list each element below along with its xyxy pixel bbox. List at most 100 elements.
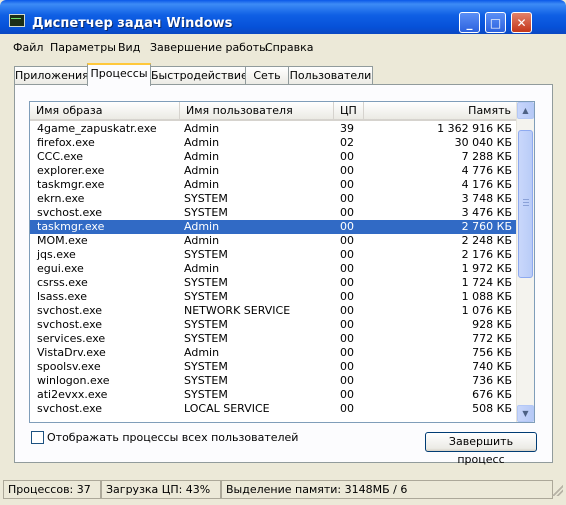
task-manager-window: Диспетчер задач Windows _ □ ✕ Файл Парам… bbox=[0, 0, 566, 505]
table-row[interactable]: explorer.exe Admin 00 4 776 КБ bbox=[30, 164, 518, 178]
process-name-cell: ati2evxx.exe bbox=[37, 388, 108, 401]
title-bar[interactable]: Диспетчер задач Windows _ □ ✕ bbox=[0, 0, 566, 34]
table-row[interactable]: winlogon.exe SYSTEM 00 736 КБ bbox=[30, 374, 518, 388]
minimize-button[interactable]: _ bbox=[459, 12, 480, 33]
memory-cell: 2 760 КБ bbox=[461, 220, 512, 233]
user-name-cell: SYSTEM bbox=[184, 332, 228, 345]
table-row[interactable]: ati2evxx.exe SYSTEM 00 676 КБ bbox=[30, 388, 518, 402]
cpu-cell: 00 bbox=[340, 388, 354, 401]
status-process-count: Процессов: 37 bbox=[3, 480, 101, 499]
arrow-up-icon: ▲ bbox=[522, 106, 529, 115]
process-name-cell: svchost.exe bbox=[37, 318, 103, 331]
process-rows: 4game_zapuskatr.exe Admin 39 1 362 916 КБ fi… bbox=[30, 122, 518, 416]
resize-grip[interactable] bbox=[552, 485, 563, 496]
column-header-user[interactable]: Имя пользователя bbox=[180, 102, 334, 119]
process-name-cell: VistaDrv.exe bbox=[37, 346, 106, 359]
user-name-cell: Admin bbox=[184, 164, 220, 177]
table-row[interactable]: services.exe SYSTEM 00 772 КБ bbox=[30, 332, 518, 346]
cpu-cell: 00 bbox=[340, 374, 354, 387]
table-row[interactable]: CCC.exe Admin 00 7 288 КБ bbox=[30, 150, 518, 164]
cpu-cell: 00 bbox=[340, 178, 354, 191]
user-name-cell: Admin bbox=[184, 178, 220, 191]
table-row[interactable]: firefox.exe Admin 02 30 040 КБ bbox=[30, 136, 518, 150]
table-row[interactable]: svchost.exe NETWORK SERVICE 00 1 076 КБ bbox=[30, 304, 518, 318]
process-name-cell: svchost.exe bbox=[37, 206, 103, 219]
process-name-cell: egui.exe bbox=[37, 262, 84, 275]
table-row[interactable]: svchost.exe LOCAL SERVICE 00 508 КБ bbox=[30, 402, 518, 416]
menu-shutdown[interactable]: Завершение работы bbox=[150, 41, 268, 54]
list-header: Имя образа Имя пользователя ЦП Память bbox=[30, 102, 518, 121]
maximize-button[interactable]: □ bbox=[485, 12, 506, 33]
column-header-memory[interactable]: Память bbox=[364, 102, 518, 119]
user-name-cell: SYSTEM bbox=[184, 248, 228, 261]
memory-cell: 1 972 КБ bbox=[461, 262, 512, 275]
user-name-cell: Admin bbox=[184, 234, 220, 247]
arrow-down-icon: ▼ bbox=[522, 409, 529, 418]
tab-performance[interactable]: Быстродействие bbox=[150, 66, 248, 84]
process-name-cell: csrss.exe bbox=[37, 276, 88, 289]
table-row[interactable]: ekrn.exe SYSTEM 00 3 748 КБ bbox=[30, 192, 518, 206]
table-row[interactable]: egui.exe Admin 00 1 972 КБ bbox=[30, 262, 518, 276]
memory-cell: 2 248 КБ bbox=[461, 234, 512, 247]
scroll-thumb[interactable] bbox=[518, 130, 533, 278]
cpu-cell: 00 bbox=[340, 290, 354, 303]
cpu-cell: 00 bbox=[340, 150, 354, 163]
scroll-up-button[interactable]: ▲ bbox=[517, 102, 534, 119]
cpu-cell: 00 bbox=[340, 164, 354, 177]
process-name-cell: winlogon.exe bbox=[37, 374, 110, 387]
user-name-cell: SYSTEM bbox=[184, 318, 228, 331]
table-row[interactable]: VistaDrv.exe Admin 00 756 КБ bbox=[30, 346, 518, 360]
table-row[interactable]: svchost.exe SYSTEM 00 928 КБ bbox=[30, 318, 518, 332]
menu-file[interactable]: Файл bbox=[13, 41, 43, 54]
status-bar: Процессов: 37 Загрузка ЦП: 43% Выделение… bbox=[0, 478, 566, 500]
menu-help[interactable]: Справка bbox=[265, 41, 313, 54]
cpu-cell: 00 bbox=[340, 234, 354, 247]
table-row[interactable]: csrss.exe SYSTEM 00 1 724 КБ bbox=[30, 276, 518, 290]
memory-cell: 1 088 КБ bbox=[461, 290, 512, 303]
cpu-cell: 00 bbox=[340, 248, 354, 261]
cpu-cell: 00 bbox=[340, 276, 354, 289]
memory-cell: 676 КБ bbox=[472, 388, 512, 401]
user-name-cell: NETWORK SERVICE bbox=[184, 304, 291, 317]
cpu-cell: 00 bbox=[340, 206, 354, 219]
table-row[interactable]: 4game_zapuskatr.exe Admin 39 1 362 916 КБ bbox=[30, 122, 518, 136]
memory-cell: 2 176 КБ bbox=[461, 248, 512, 261]
menu-options[interactable]: Параметры bbox=[50, 41, 116, 54]
user-name-cell: Admin bbox=[184, 220, 220, 233]
memory-cell: 4 176 КБ bbox=[461, 178, 512, 191]
table-row[interactable]: taskmgr.exe Admin 00 4 176 КБ bbox=[30, 178, 518, 192]
table-row[interactable]: spoolsv.exe SYSTEM 00 740 КБ bbox=[30, 360, 518, 374]
user-name-cell: SYSTEM bbox=[184, 290, 228, 303]
process-name-cell: services.exe bbox=[37, 332, 106, 345]
window-title: Диспетчер задач Windows bbox=[32, 16, 233, 31]
menu-view[interactable]: Вид bbox=[118, 41, 140, 54]
memory-cell: 740 КБ bbox=[472, 360, 512, 373]
table-row[interactable]: taskmgr.exe Admin 00 2 760 КБ bbox=[30, 220, 518, 234]
tab-applications[interactable]: Приложения bbox=[14, 66, 89, 84]
process-list[interactable]: Имя образа Имя пользователя ЦП Память 4g… bbox=[29, 101, 535, 423]
column-header-name[interactable]: Имя образа bbox=[30, 102, 180, 119]
tab-network[interactable]: Сеть bbox=[245, 66, 289, 84]
scroll-down-button[interactable]: ▼ bbox=[517, 405, 534, 422]
menu-bar: Файл Параметры Вид Завершение работы Спр… bbox=[0, 38, 566, 58]
process-name-cell: taskmgr.exe bbox=[37, 178, 105, 191]
task-manager-icon bbox=[9, 14, 25, 27]
table-row[interactable]: lsass.exe SYSTEM 00 1 088 КБ bbox=[30, 290, 518, 304]
memory-cell: 736 КБ bbox=[472, 374, 512, 387]
vertical-scrollbar[interactable]: ▲ ▼ bbox=[516, 102, 534, 422]
table-row[interactable]: svchost.exe SYSTEM 00 3 476 КБ bbox=[30, 206, 518, 220]
close-icon: ✕ bbox=[516, 16, 527, 30]
show-all-users-label[interactable]: Отображать процессы всех пользователей bbox=[47, 431, 298, 444]
memory-cell: 756 КБ bbox=[472, 346, 512, 359]
tab-processes[interactable]: Процессы bbox=[87, 63, 151, 86]
user-name-cell: SYSTEM bbox=[184, 276, 228, 289]
user-name-cell: Admin bbox=[184, 150, 220, 163]
end-process-button[interactable]: Завершить процесс bbox=[425, 432, 537, 466]
close-button[interactable]: ✕ bbox=[511, 12, 532, 33]
tab-users[interactable]: Пользователи bbox=[288, 66, 373, 84]
table-row[interactable]: jqs.exe SYSTEM 00 2 176 КБ bbox=[30, 248, 518, 262]
process-name-cell: explorer.exe bbox=[37, 164, 105, 177]
table-row[interactable]: MOM.exe Admin 00 2 248 КБ bbox=[30, 234, 518, 248]
show-all-users-checkbox[interactable] bbox=[31, 431, 44, 444]
column-header-cpu[interactable]: ЦП bbox=[334, 102, 364, 119]
